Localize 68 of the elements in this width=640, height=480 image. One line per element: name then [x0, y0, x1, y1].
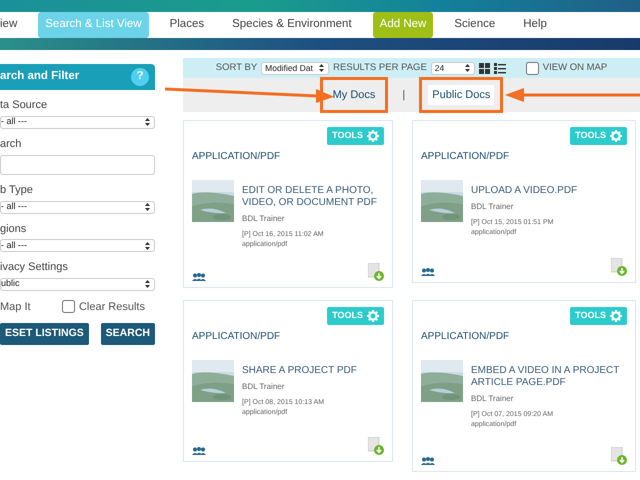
- download-document-icon[interactable]: [611, 258, 627, 276]
- field-label: arch: [0, 136, 22, 152]
- select-field[interactable]: - all ---: [0, 239, 155, 252]
- search-button[interactable]: SEARCH: [100, 323, 155, 345]
- tab[interactable]: Public Docs: [428, 84, 494, 106]
- tab[interactable]: My Docs: [328, 84, 380, 106]
- group-icon: [192, 273, 206, 281]
- nav-link[interactable]: Science: [447, 12, 502, 38]
- select-field[interactable]: Modified Dat: [261, 62, 330, 74]
- document-type: APPLICATION/PDF: [421, 150, 510, 164]
- group-icon: [192, 447, 206, 455]
- group-icon: [421, 457, 435, 465]
- document-title[interactable]: SHARE A PROJECT PDF: [242, 364, 357, 376]
- author-name: BDL Trainer: [471, 392, 514, 404]
- gear-icon: [367, 130, 379, 142]
- document-title[interactable]: EMBED A VIDEO IN A PROJECT ARTICLE PAGE.PDF: [471, 364, 627, 388]
- nav-link[interactable]: Species & Environment: [225, 12, 359, 38]
- updown-icon: [144, 202, 151, 212]
- updown-icon: [144, 240, 151, 250]
- panel-title: arch and Filter: [0, 69, 80, 84]
- author-name: BDL Trainer: [242, 380, 286, 392]
- nav-link[interactable]: iew: [0, 12, 24, 38]
- document-type: APPLICATION/PDF: [192, 150, 282, 164]
- updown-icon: [144, 117, 151, 127]
- select-value: - all ---: [1, 238, 27, 252]
- select-field[interactable]: - all ---: [0, 116, 155, 128]
- checkbox-label: VIEW ON MAP: [542, 60, 608, 75]
- per-page-label: RESULTS PER PAGE: [333, 60, 427, 75]
- author-name: BDL Trainer: [242, 212, 286, 224]
- select-value: - all ---: [1, 115, 27, 128]
- select-field[interactable]: 24: [430, 62, 475, 74]
- download-document-icon[interactable]: [368, 437, 384, 455]
- gear-icon: [367, 310, 379, 322]
- sort-label: SORT BY: [216, 60, 258, 75]
- field-label: ivacy Settings: [0, 260, 69, 275]
- updown-icon: [464, 63, 471, 73]
- document-title[interactable]: UPLOAD A VIDEO.PDF: [471, 184, 578, 196]
- document-type: APPLICATION/PDF: [421, 330, 510, 344]
- reset-button[interactable]: ESET LISTINGS: [0, 323, 89, 345]
- list-view-icon[interactable]: [494, 62, 506, 74]
- field-label: gions: [0, 222, 28, 236]
- group-icon: [421, 268, 435, 276]
- updown-icon: [144, 279, 151, 289]
- nav-link[interactable]: Places: [162, 12, 212, 38]
- download-document-icon[interactable]: [368, 263, 384, 281]
- updown-icon: [318, 63, 326, 73]
- tab-separator: |: [402, 88, 406, 103]
- checkbox[interactable]: [62, 300, 75, 314]
- checkbox-label: Map It: [0, 300, 31, 314]
- checkbox[interactable]: [526, 62, 539, 74]
- document-title[interactable]: EDIT OR DELETE A PHOTO, VIDEO, OR DOCUMENT PDF: [242, 184, 384, 208]
- field-label: b Type: [0, 183, 34, 198]
- nav-link[interactable]: Help: [516, 12, 554, 38]
- select-value: 24: [434, 62, 444, 74]
- select-value: ublic: [1, 277, 20, 290]
- grid-view-icon[interactable]: [478, 62, 490, 74]
- checkbox-label: Clear Results: [78, 300, 145, 314]
- field-label: ta Source: [0, 98, 48, 113]
- select-value: Modified Dat: [265, 62, 313, 74]
- select-field[interactable]: ublic: [0, 278, 155, 290]
- download-document-icon[interactable]: [611, 447, 627, 465]
- author-name: BDL Trainer: [471, 200, 514, 212]
- select-field[interactable]: - all ---: [0, 200, 155, 214]
- gear-icon: [610, 310, 622, 322]
- document-type: APPLICATION/PDF: [192, 330, 282, 344]
- search-input[interactable]: [0, 155, 155, 175]
- select-value: - all ---: [1, 200, 27, 214]
- gear-icon: [610, 130, 622, 142]
